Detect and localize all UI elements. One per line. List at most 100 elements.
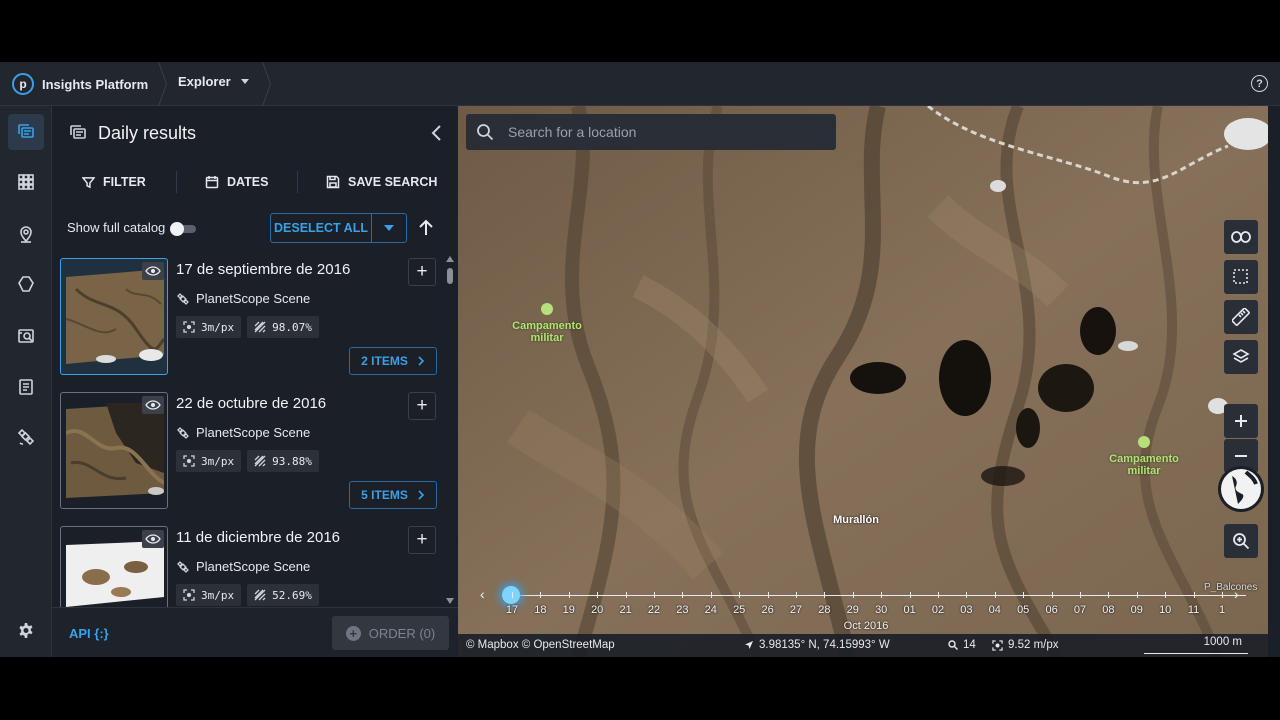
resolution-chip: 3m/px [176,450,242,472]
timeline-day-label[interactable]: 21 [619,604,631,616]
timeline-day-label[interactable]: 07 [1074,604,1086,616]
timeline-handle[interactable] [502,586,520,604]
result-card[interactable]: 22 de octubre de 2016 + PlanetScope Scen… [52,392,444,525]
add-to-order-button[interactable]: + [408,392,436,420]
add-to-order-button[interactable]: + [408,258,436,286]
share-link-button[interactable] [1224,220,1258,254]
coverage-value: 98.07% [272,320,312,334]
timeline-day-label[interactable]: 22 [648,604,660,616]
timeline-day-label[interactable]: 24 [705,604,717,616]
sort-arrow-up-icon[interactable] [416,218,436,238]
zoom-to-area-button[interactable] [1224,524,1258,558]
timeline-day-label[interactable]: 02 [932,604,944,616]
timeline-tick [994,592,996,598]
filter-button[interactable]: FILTER [52,160,176,204]
timeline-day-label[interactable]: 29 [847,604,859,616]
timeline-day-label[interactable]: 18 [534,604,546,616]
timeline-day-label[interactable]: 26 [761,604,773,616]
result-thumbnail[interactable] [60,526,168,607]
location-search[interactable] [466,114,836,150]
visibility-eye-icon[interactable] [142,530,164,548]
result-card[interactable]: 17 de septiembre de 2016 + PlanetScope S… [52,258,444,391]
settings-button[interactable] [8,613,44,649]
api-link[interactable]: API {:} [69,626,109,641]
timeline-day-label[interactable]: 05 [1017,604,1029,616]
order-button[interactable]: + ORDER (0) [332,616,449,650]
globe-view-button[interactable] [1218,466,1264,512]
search-input[interactable] [508,124,808,140]
campground-icon [541,303,553,315]
layers-button[interactable] [1224,340,1258,374]
map-view[interactable]: Campamento militar Campamento militar Mu… [458,106,1268,657]
timeline-day-label[interactable]: 10 [1159,604,1171,616]
section-dropdown[interactable]: Explorer [178,74,249,89]
deselect-options-button[interactable] [372,214,406,242]
timeline-day-label[interactable]: 17 [506,604,518,616]
panel-header: Daily results [52,106,458,160]
timeline-tick [824,592,826,598]
coverage-chip: 98.07% [247,316,319,338]
brand[interactable]: p Insights Platform [12,72,148,96]
timeline-day-label[interactable]: 01 [903,604,915,616]
rail-polygon-button[interactable] [8,266,44,302]
timeline-day-label[interactable]: 27 [790,604,802,616]
visibility-eye-icon[interactable] [142,262,164,280]
select-area-button[interactable] [1224,260,1258,294]
timeline-day-label[interactable]: 08 [1102,604,1114,616]
scroll-up-arrow-icon[interactable] [446,256,454,262]
show-full-catalog-toggle[interactable] [170,222,198,236]
timeline-day-label[interactable]: 06 [1045,604,1057,616]
zoom-in-button[interactable] [1224,404,1258,438]
timeline-next-icon[interactable]: › [1234,586,1239,602]
resolution-value: 3m/px [201,454,235,468]
result-chips: 3m/px 52.69% [176,584,319,606]
add-to-order-button[interactable]: + [408,526,436,554]
collapse-panel-icon[interactable] [430,124,444,142]
chevron-right-icon [418,490,424,500]
timeline-day-label[interactable]: 20 [591,604,603,616]
timeline-day-label[interactable]: 25 [733,604,745,616]
rail-results-button[interactable] [8,114,44,150]
map-attribution[interactable]: © Mapbox © OpenStreetMap [466,639,615,651]
timeline-day-label[interactable]: 03 [960,604,972,616]
result-thumbnail[interactable] [60,258,168,375]
timeline-day-label[interactable]: 19 [563,604,575,616]
timeline-day-label[interactable]: 28 [818,604,830,616]
timeline-day-label[interactable]: 30 [875,604,887,616]
timeline-day-label[interactable]: 23 [676,604,688,616]
rail-satellite-button[interactable] [8,419,44,455]
items-button[interactable]: 2 ITEMS [349,347,437,375]
date-timeline[interactable]: ‹ Oct 2016 › 17 18 19 20 21 22 23 24 25 26 27 28 29 3… [458,576,1268,634]
save-search-button[interactable]: SAVE SEARCH [298,160,451,204]
cursor-coordinates: 3.98135° N, 74.15993° W [744,639,890,651]
timeline-day-label[interactable]: 1 [1219,604,1225,616]
resolution-icon [183,589,195,601]
rail-image-search-button[interactable] [8,318,44,354]
deselect-all-button[interactable]: DESELECT ALL [271,214,372,242]
timeline-day-label[interactable]: 11 [1188,604,1199,616]
results-list: 17 de septiembre de 2016 + PlanetScope S… [52,254,444,607]
rail-grid-button[interactable] [8,164,44,200]
panel-title: Daily results [98,122,197,143]
items-button[interactable]: 5 ITEMS [349,481,437,509]
help-icon[interactable]: ? [1251,75,1268,92]
scroll-down-arrow-icon[interactable] [446,598,454,604]
results-icon [18,124,34,138]
measure-button[interactable] [1224,300,1258,334]
timeline-tick [1193,592,1195,598]
timeline-day-label[interactable]: 04 [989,604,1001,616]
rail-document-button[interactable] [8,369,44,405]
catalog-row: Show full catalog DESELECT ALL [52,204,458,254]
app-window: p Insights Platform Explorer ? Daily res… [0,62,1280,657]
map-status-bar: © Mapbox © OpenStreetMap 3.98135° N, 74.… [458,634,1268,657]
scroll-thumb[interactable] [447,268,453,284]
timeline-day-label[interactable]: 09 [1131,604,1143,616]
timeline-prev-icon[interactable]: ‹ [480,586,485,602]
rail-location-button[interactable] [8,216,44,252]
visibility-eye-icon[interactable] [142,396,164,414]
result-card[interactable]: 11 de diciembre de 2016 + PlanetScope Sc… [52,526,444,607]
dates-button[interactable]: DATES [177,160,297,204]
results-scrollbar[interactable] [444,254,456,607]
resolution-value: 3m/px [201,588,235,602]
result-thumbnail[interactable] [60,392,168,509]
